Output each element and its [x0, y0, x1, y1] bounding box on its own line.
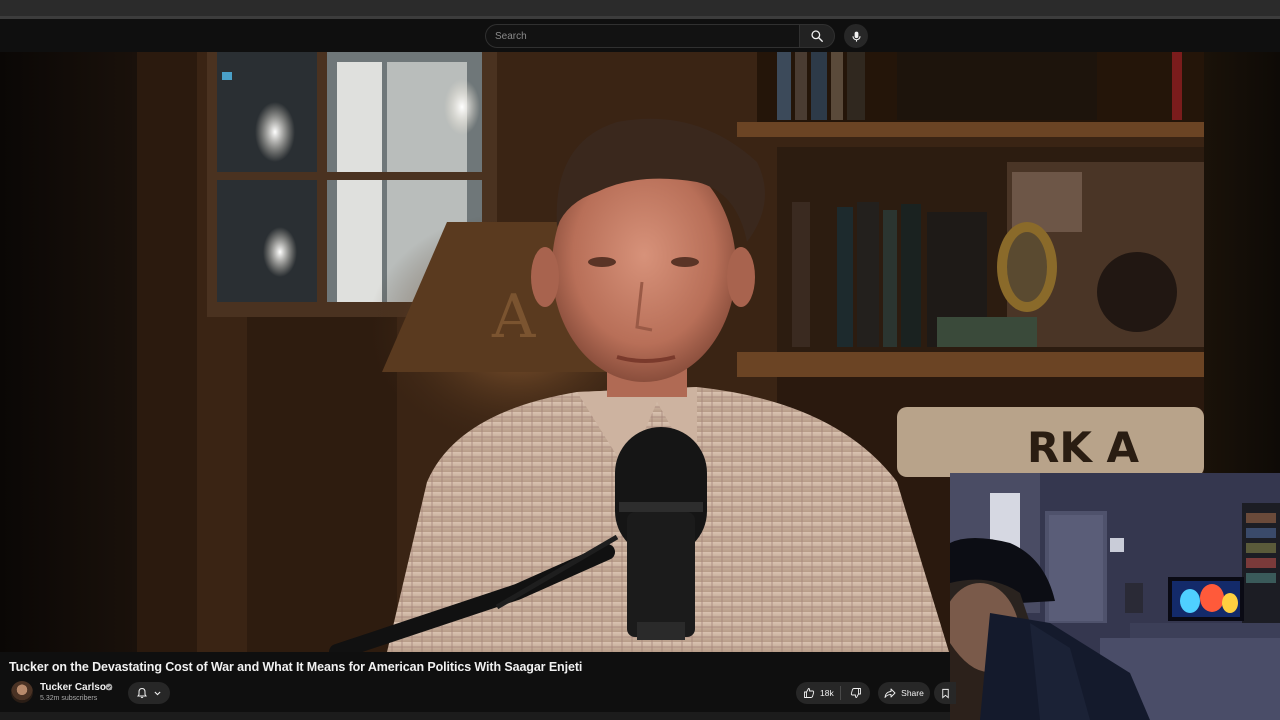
subscriber-count: 5.32m subscribers — [40, 695, 98, 702]
dislike-button[interactable] — [841, 682, 870, 704]
share-label: Share — [901, 688, 924, 698]
webcam-scene — [950, 473, 1280, 720]
search-box[interactable] — [485, 24, 799, 48]
save-button[interactable] — [934, 682, 956, 704]
verified-icon — [105, 683, 113, 691]
share-button[interactable]: Share — [878, 682, 930, 704]
channel-avatar[interactable] — [11, 681, 33, 703]
like-dislike-group: 18k — [796, 682, 870, 704]
app-window: A — [0, 0, 1280, 720]
channel-name[interactable]: Tucker Carlson — [40, 682, 112, 693]
like-count: 18k — [820, 688, 834, 698]
browser-top-bar — [0, 0, 1280, 16]
player-letterbox-left — [0, 52, 137, 652]
masthead — [0, 19, 1280, 52]
webcam-overlay — [950, 473, 1280, 720]
bottom-strip — [0, 712, 950, 720]
thumbs-up-icon — [804, 688, 815, 698]
mic-icon — [851, 31, 861, 42]
search-input[interactable] — [495, 30, 785, 42]
bookmark-icon — [941, 688, 949, 699]
chevron-down-icon — [154, 691, 161, 695]
bell-icon — [137, 687, 147, 699]
share-icon — [884, 688, 896, 698]
video-title: Tucker on the Devastating Cost of War an… — [9, 660, 583, 674]
subscription-bell-button[interactable] — [128, 682, 170, 704]
voice-search-button[interactable] — [844, 24, 868, 48]
like-button[interactable]: 18k — [796, 682, 840, 704]
svg-text:A: A — [491, 282, 536, 352]
thumbs-down-icon — [850, 688, 861, 698]
video-info: Tucker on the Devastating Cost of War an… — [0, 652, 956, 720]
search-button[interactable] — [799, 24, 835, 48]
svg-text:RK A: RK A — [1027, 423, 1140, 472]
search-icon — [811, 30, 823, 42]
